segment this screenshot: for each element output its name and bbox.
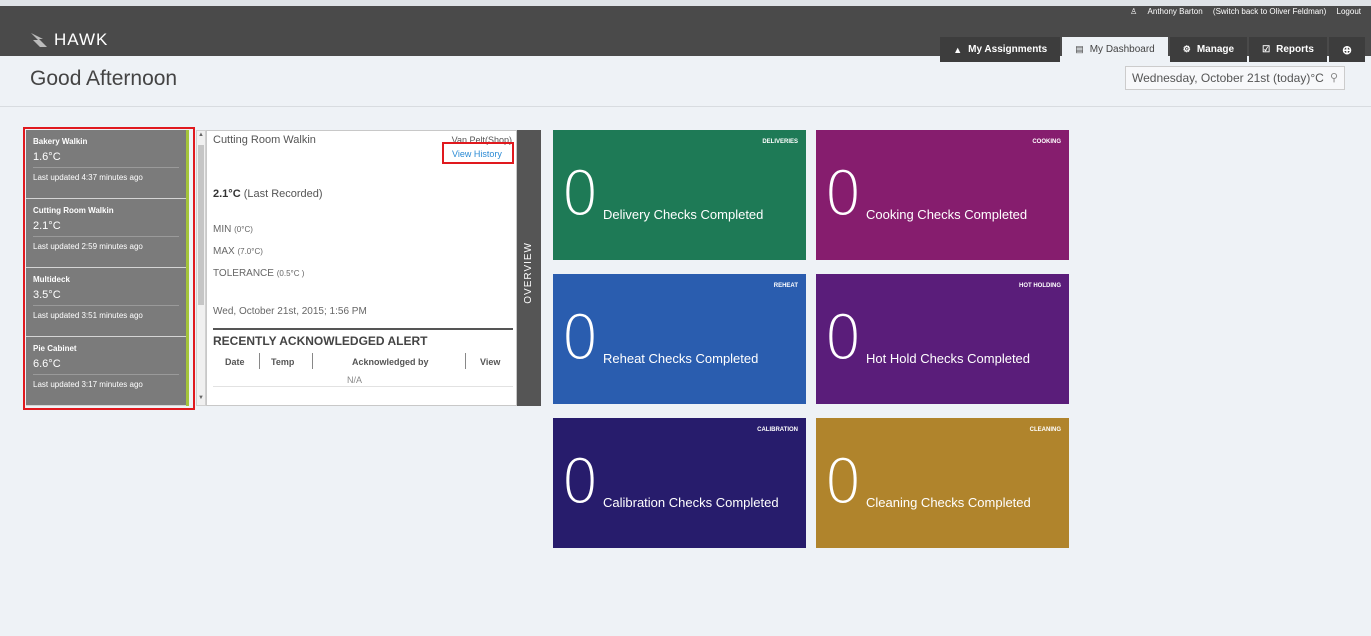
tile-category: CALIBRATION — [757, 427, 798, 433]
sensor-item-pie-cabinet[interactable]: Pie Cabinet 6.6°C Last updated 3:17 minu… — [26, 337, 186, 406]
tile-count: 0 — [824, 303, 863, 373]
table-row-divider — [213, 386, 513, 387]
tile-label: Cleaning Checks Completed — [866, 495, 1031, 510]
header-divider — [0, 106, 1371, 107]
car-icon: ▲ — [953, 44, 963, 55]
view-history-link[interactable]: View History — [442, 142, 514, 164]
app-name: HAWK — [54, 30, 109, 49]
page-title: Good Afternoon — [30, 67, 178, 90]
user-icon: ♙ — [1130, 7, 1138, 16]
nav-globe[interactable]: ⊕ — [1328, 37, 1365, 62]
col-divider — [259, 353, 260, 369]
scroll-down-icon[interactable]: ▼ — [198, 395, 204, 401]
app-logo[interactable]: HAWK — [30, 30, 108, 50]
min-threshold: MIN (0°C) — [213, 224, 253, 235]
tile-category: CLEANING — [1029, 427, 1061, 433]
col-header-date[interactable]: Date — [225, 357, 245, 367]
globe-icon: ⊕ — [1341, 42, 1352, 57]
report-icon: ☑ — [1262, 44, 1271, 54]
tile-count: 0 — [824, 447, 863, 517]
sensor-name: Pie Cabinet — [33, 344, 77, 353]
date-selector-value: Wednesday, October 21st (today)°C — [1132, 71, 1324, 85]
tile-hot-holding[interactable]: HOT HOLDING 0 Hot Hold Checks Completed — [816, 274, 1069, 404]
sensor-updated: Last updated 2:59 minutes ago — [33, 242, 143, 251]
last-recorded-value: 2.1°C — [213, 188, 241, 200]
sensor-updated: Last updated 4:37 minutes ago — [33, 173, 143, 182]
sensor-list-scrollbar[interactable]: ▲ ▼ — [196, 130, 206, 406]
user-name[interactable]: Anthony Barton — [1148, 7, 1203, 16]
detail-divider — [213, 328, 513, 330]
tile-label: Reheat Checks Completed — [603, 351, 759, 366]
last-recorded: 2.1°C (Last Recorded) — [213, 188, 323, 200]
tolerance: TOLERANCE (0.5°C ) — [213, 268, 305, 279]
col-header-acknowledged-by[interactable]: Acknowledged by — [352, 357, 429, 367]
sensor-temp: 3.5°C — [33, 289, 179, 306]
tile-label: Delivery Checks Completed — [603, 207, 764, 222]
col-divider — [312, 353, 313, 369]
tile-category: DELIVERIES — [762, 139, 798, 145]
user-line: ♙ Anthony Barton (Switch back to Oliver … — [1122, 7, 1361, 16]
tile-category: REHEAT — [773, 283, 798, 289]
alert-empty-cell: N/A — [347, 375, 363, 385]
tile-label: Calibration Checks Completed — [603, 495, 779, 510]
tile-count: 0 — [561, 447, 600, 517]
dashboard-icon: ▤ — [1075, 44, 1084, 54]
hawk-logo-icon — [31, 33, 47, 47]
tile-label: Cooking Checks Completed — [866, 207, 1028, 222]
tile-count: 0 — [824, 159, 863, 229]
scroll-thumb[interactable] — [198, 145, 204, 305]
overview-tab[interactable]: OVERVIEW — [517, 130, 541, 406]
sensor-item-bakery-walkin[interactable]: Bakery Walkin 1.6°C Last updated 4:37 mi… — [26, 130, 186, 199]
alert-section-title: RECENTLY ACKNOWLEDGED ALERT — [213, 334, 428, 348]
detail-sensor-name: Cutting Room Walkin — [213, 134, 316, 146]
col-divider — [465, 353, 466, 369]
sensor-updated: Last updated 3:17 minutes ago — [33, 380, 143, 389]
tile-deliveries[interactable]: DELIVERIES 0 Delivery Checks Completed — [553, 130, 806, 260]
switch-back-link[interactable]: (Switch back to Oliver Feldman) — [1213, 7, 1326, 16]
nav-my-dashboard[interactable]: ▤ My Dashboard — [1062, 37, 1168, 62]
main-nav: ▲ My Assignments ▤ My Dashboard ⚙ Manage ☑ R… — [940, 37, 1365, 62]
sensor-item-multideck[interactable]: Multideck 3.5°C Last updated 3:51 minute… — [26, 268, 186, 337]
sensor-item-cutting-room-walkin[interactable]: Cutting Room Walkin 2.1°C Last updated 2… — [26, 199, 186, 268]
gear-icon: ⚙ — [1182, 44, 1191, 54]
tile-label: Hot Hold Checks Completed — [866, 351, 1031, 366]
nav-my-assignments[interactable]: ▲ My Assignments — [940, 37, 1061, 62]
tile-cooking[interactable]: COOKING 0 Cooking Checks Completed — [816, 130, 1069, 260]
tile-count: 0 — [561, 159, 600, 229]
tile-category: COOKING — [1032, 139, 1061, 145]
sensor-name: Multideck — [33, 275, 70, 284]
tile-count: 0 — [561, 303, 600, 373]
nav-manage[interactable]: ⚙ Manage — [1169, 37, 1248, 62]
scroll-up-icon[interactable]: ▲ — [198, 132, 204, 138]
search-icon[interactable]: ⚲ — [1330, 71, 1338, 84]
nav-reports[interactable]: ☑ Reports — [1249, 37, 1327, 62]
sensor-name: Bakery Walkin — [33, 137, 88, 146]
sensor-list: Bakery Walkin 1.6°C Last updated 4:37 mi… — [26, 130, 189, 406]
sensor-temp: 1.6°C — [33, 151, 179, 168]
col-header-temp[interactable]: Temp — [271, 357, 294, 367]
tile-calibration[interactable]: CALIBRATION 0 Calibration Checks Complet… — [553, 418, 806, 548]
sensor-name: Cutting Room Walkin — [33, 206, 114, 215]
detail-timestamp: Wed, October 21st, 2015; 1:56 PM — [213, 306, 367, 317]
date-selector[interactable]: Wednesday, October 21st (today)°C ⚲ — [1125, 66, 1345, 90]
sensor-temp: 2.1°C — [33, 220, 179, 237]
sensor-detail-panel: Cutting Room Walkin Van Pelt(Shop) View … — [206, 130, 517, 406]
sensor-updated: Last updated 3:51 minutes ago — [33, 311, 143, 320]
sensor-temp: 6.6°C — [33, 358, 179, 375]
last-recorded-label: (Last Recorded) — [243, 188, 323, 200]
logout-link[interactable]: Logout — [1337, 7, 1361, 16]
col-header-view[interactable]: View — [480, 357, 500, 367]
tile-category: HOT HOLDING — [1019, 283, 1061, 289]
tile-cleaning[interactable]: CLEANING 0 Cleaning Checks Completed — [816, 418, 1069, 548]
tile-reheat[interactable]: REHEAT 0 Reheat Checks Completed — [553, 274, 806, 404]
max-threshold: MAX (7.0°C) — [213, 246, 263, 257]
top-bar: ♙ Anthony Barton (Switch back to Oliver … — [0, 0, 1371, 62]
